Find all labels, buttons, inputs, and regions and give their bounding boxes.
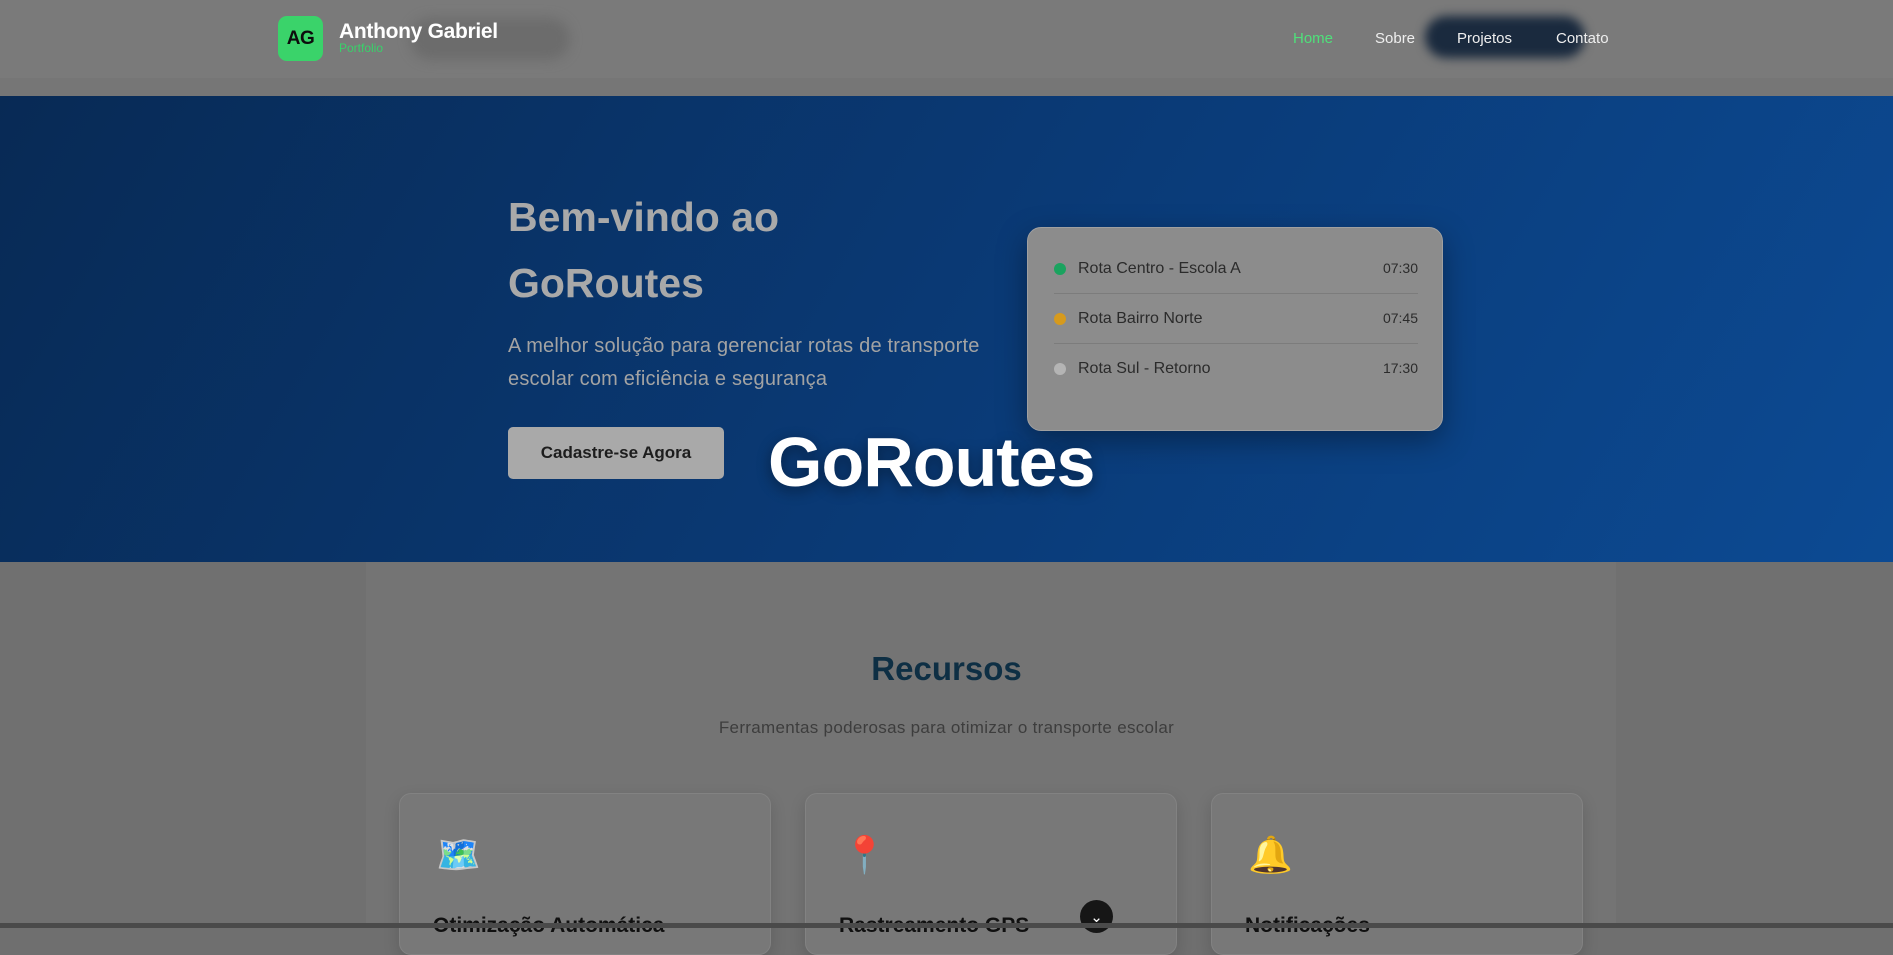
feature-card[interactable]: 📍 Rastreamento GPS <box>805 793 1177 955</box>
brand-subtitle: Portfolio <box>339 41 384 55</box>
route-status-dot <box>1054 263 1066 275</box>
route-row[interactable]: Rota Centro - Escola A 07:30 <box>1054 244 1418 294</box>
signup-button[interactable]: Cadastre-se Agora <box>508 427 724 479</box>
pin-icon: 📍 <box>842 834 887 875</box>
features-title: Recursos <box>871 650 1022 687</box>
bottom-divider <box>0 923 1893 928</box>
route-name: Rota Bairro Norte <box>1078 310 1203 327</box>
nav-link-sobre[interactable]: Sobre <box>1375 30 1415 47</box>
hero-title-line-2: GoRoutes <box>508 260 704 306</box>
route-time: 07:30 <box>1382 260 1418 276</box>
route-name: Rota Centro - Escola A <box>1078 260 1241 277</box>
nav-link-projetos[interactable]: Projetos <box>1457 30 1512 47</box>
nav-link-contato[interactable]: Contato <box>1556 30 1609 47</box>
route-row[interactable]: Rota Sul - Retorno 17:30 <box>1054 344 1418 393</box>
features-subtitle: Ferramentas poderosas para otimizar o tr… <box>718 718 1175 737</box>
hero-title-line-1: Bem-vindo ao <box>508 194 780 240</box>
bell-icon: 🔔 <box>1248 834 1293 875</box>
route-status-dot <box>1054 313 1066 325</box>
route-time: 07:45 <box>1382 310 1418 326</box>
feature-card[interactable]: 🔔 Notificações <box>1211 793 1583 955</box>
route-status-dot <box>1054 363 1066 375</box>
route-row[interactable]: Rota Bairro Norte 07:45 <box>1054 294 1418 344</box>
hero-subtitle: A melhor solução para gerenciar rotas de… <box>508 335 980 390</box>
feature-card[interactable]: 🗺️ Otimização Automática <box>399 793 771 955</box>
logo-badge[interactable]: AG <box>278 16 323 61</box>
nav-link-home[interactable]: Home <box>1293 30 1333 47</box>
project-overlay-title: GoRoutes <box>768 423 1095 501</box>
route-name: Rota Sul - Retorno <box>1078 360 1211 377</box>
routes-card: Rota Centro - Escola A 07:30 Rota Bairro… <box>1027 227 1443 431</box>
map-icon: 🗺️ <box>436 834 481 875</box>
route-time: 17:30 <box>1382 360 1418 376</box>
hero-title: Bem-vindo ao GoRoutes <box>508 184 779 316</box>
scroll-down-button[interactable]: ⌄ <box>1080 900 1113 933</box>
